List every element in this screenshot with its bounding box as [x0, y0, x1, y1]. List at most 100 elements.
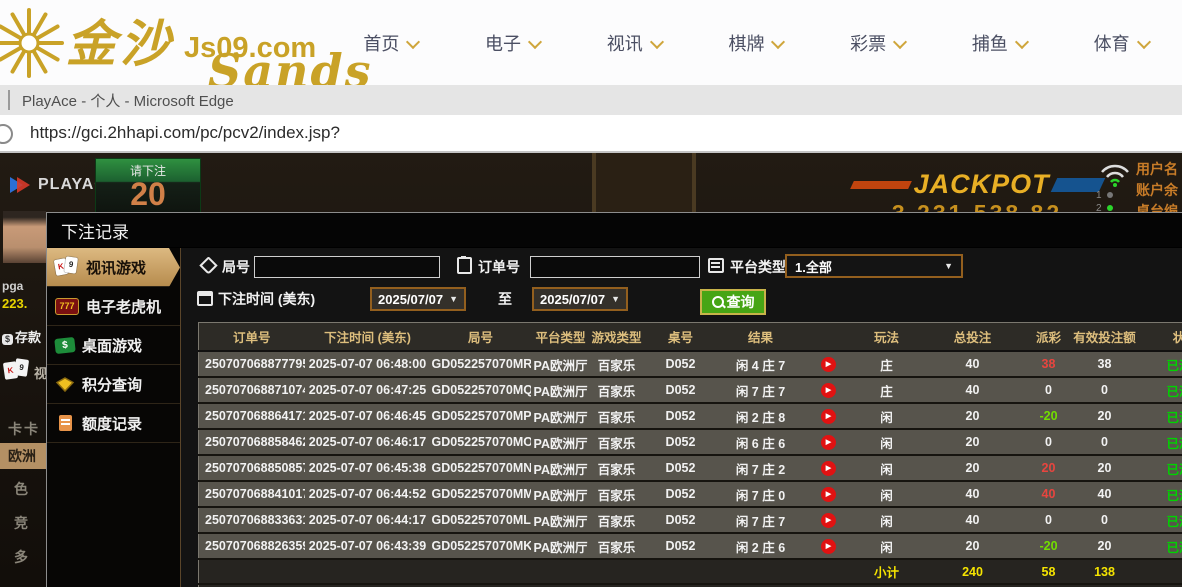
- lobby-item[interactable]: 色: [14, 479, 28, 499]
- play-button[interactable]: ▶: [821, 435, 836, 450]
- avatar[interactable]: [3, 211, 46, 263]
- deposit-button[interactable]: $存款: [2, 327, 41, 346]
- bet-countdown: 20: [96, 179, 200, 209]
- col-header: 订单号: [199, 323, 305, 352]
- nav-item-fishing[interactable]: 捕鱼: [972, 30, 1027, 56]
- nav-item-electronic[interactable]: 电子: [485, 30, 540, 56]
- platform-type-label: 平台类型: [708, 257, 786, 277]
- nav-item-home[interactable]: 首页: [363, 30, 418, 56]
- chevron-down-icon: [893, 34, 907, 48]
- url-bar[interactable]: https://gci.2hhapi.com/pc/pcv2/index.jsp…: [0, 115, 1182, 152]
- cell: 20: [1071, 455, 1139, 481]
- nav-item-sports[interactable]: 体育: [1094, 30, 1149, 56]
- cell: PA欧洲厅: [531, 351, 591, 377]
- cell: D052: [643, 377, 719, 403]
- logo-chinese: 金沙: [66, 4, 174, 76]
- replay-cell: ▶: [803, 351, 855, 377]
- sidebar-item-quota-records[interactable]: 额度记录: [47, 404, 180, 443]
- username-label: 用户名: [1136, 159, 1178, 180]
- cell: GD052257070MN: [431, 455, 531, 481]
- cell: 闲: [855, 429, 919, 455]
- col-header: 下注时间 (美东): [305, 323, 431, 352]
- cell: 庄: [855, 377, 919, 403]
- sidebar-item-video-games[interactable]: K9 视讯游戏: [47, 248, 180, 287]
- platform-type-select[interactable]: 1.全部 ▼: [785, 254, 963, 278]
- page-info-icon[interactable]: [0, 124, 13, 144]
- cell: 百家乐: [591, 403, 643, 429]
- cell: 40: [1027, 481, 1071, 507]
- sidebar-item-points[interactable]: 积分查询: [47, 365, 180, 404]
- table-row: 2507070688641712025-07-07 06:46:45GD0522…: [199, 403, 1182, 429]
- cell: 250707068826359: [199, 533, 305, 559]
- col-header: 平台类型: [531, 323, 591, 352]
- col-header: 总投注: [919, 323, 1027, 352]
- cell: 闲 2 庄 8: [719, 403, 803, 429]
- col-header: 玩法: [855, 323, 919, 352]
- play-button[interactable]: ▶: [821, 461, 836, 476]
- cell: 已派彩: [1139, 533, 1182, 559]
- cell: 40: [1071, 481, 1139, 507]
- signal-dot-icon: [1107, 192, 1113, 198]
- subtotal-payout: 58: [1027, 559, 1071, 584]
- window-titlebar: PlayAce - 个人 - Microsoft Edge: [0, 85, 1182, 115]
- play-button[interactable]: ▶: [821, 513, 836, 528]
- modal-sidebar: K9 视讯游戏 777 电子老虎机 $ 桌面游戏 积分查询: [47, 248, 181, 587]
- cell: 已派彩: [1139, 481, 1182, 507]
- url-text[interactable]: https://gci.2hhapi.com/pc/pcv2/index.jsp…: [30, 123, 340, 143]
- cell: GD052257070MO: [431, 429, 531, 455]
- date-from-select[interactable]: 2025/07/07 ▼: [370, 287, 466, 311]
- cell: PA欧洲厅: [531, 481, 591, 507]
- col-header: 有效投注额: [1071, 323, 1139, 352]
- cell: 250707068871074: [199, 377, 305, 403]
- table-row: 2507070688710742025-07-07 06:47:25GD0522…: [199, 377, 1182, 403]
- nav-item-video[interactable]: 视讯: [607, 30, 662, 56]
- date-to-select[interactable]: 2025/07/07 ▼: [532, 287, 628, 311]
- cell: 庄: [855, 351, 919, 377]
- lobby-item[interactable]: 竞: [14, 513, 28, 533]
- sidebar-item-slots[interactable]: 777 电子老虎机: [47, 287, 180, 326]
- order-no-input[interactable]: [530, 256, 700, 278]
- play-button[interactable]: ▶: [821, 409, 836, 424]
- replay-cell: ▶: [803, 377, 855, 403]
- play-button[interactable]: ▶: [821, 487, 836, 502]
- play-button[interactable]: ▶: [821, 539, 836, 554]
- cell: PA欧洲厅: [531, 507, 591, 533]
- replay-cell: ▶: [803, 403, 855, 429]
- balance-label: 账户余: [1136, 180, 1178, 201]
- filters: 局号 订单号 平台类型 1.全部 ▼ 下注时间 (美东) 2025/07/07 …: [181, 248, 1182, 322]
- replay-cell: ▶: [803, 429, 855, 455]
- query-button[interactable]: 查询: [700, 289, 766, 315]
- sidebar-item-table-games[interactable]: $ 桌面游戏: [47, 326, 180, 365]
- document-icon: [59, 415, 72, 431]
- play-button[interactable]: ▶: [821, 357, 836, 372]
- lobby-item[interactable]: 多: [14, 547, 28, 567]
- cell: 20: [1071, 533, 1139, 559]
- play-button[interactable]: ▶: [821, 383, 836, 398]
- search-icon: [712, 296, 724, 308]
- signal-dot-icon: [1107, 205, 1113, 211]
- chevron-down-icon: [406, 34, 420, 48]
- nav-item-boardgames[interactable]: 棋牌: [728, 30, 783, 56]
- cell: 2025-07-07 06:48:00: [305, 351, 431, 377]
- cell: 2025-07-07 06:43:39: [305, 533, 431, 559]
- cell: GD052257070MR: [431, 351, 531, 377]
- lobby-item[interactable]: 卡卡: [8, 419, 40, 439]
- game-background: PLAYACE 请下注 20 JACKPOT 3,231,538.82 1 2 …: [0, 151, 1182, 587]
- bet-time-label: 下注时间 (美东): [197, 289, 315, 309]
- cell: 闲 7 庄 2: [719, 455, 803, 481]
- table-row: 2507070688410172025-07-07 06:44:52GD0522…: [199, 481, 1182, 507]
- cell: 250707068841017: [199, 481, 305, 507]
- nav-item-lottery[interactable]: 彩票: [850, 30, 905, 56]
- round-no-input[interactable]: [254, 256, 440, 278]
- cell: 百家乐: [591, 533, 643, 559]
- cell: 已派彩: [1139, 455, 1182, 481]
- replay-cell: ▶: [803, 481, 855, 507]
- cell: 2025-07-07 06:44:17: [305, 507, 431, 533]
- cell: 40: [919, 507, 1027, 533]
- col-header: 状态: [1139, 323, 1182, 352]
- balance-text: 223.: [2, 296, 27, 311]
- replay-cell: ▶: [803, 507, 855, 533]
- window-title: PlayAce - 个人 - Microsoft Edge: [22, 90, 234, 111]
- lobby-item-selected[interactable]: 欧洲: [0, 443, 46, 469]
- cell: 0: [1027, 429, 1071, 455]
